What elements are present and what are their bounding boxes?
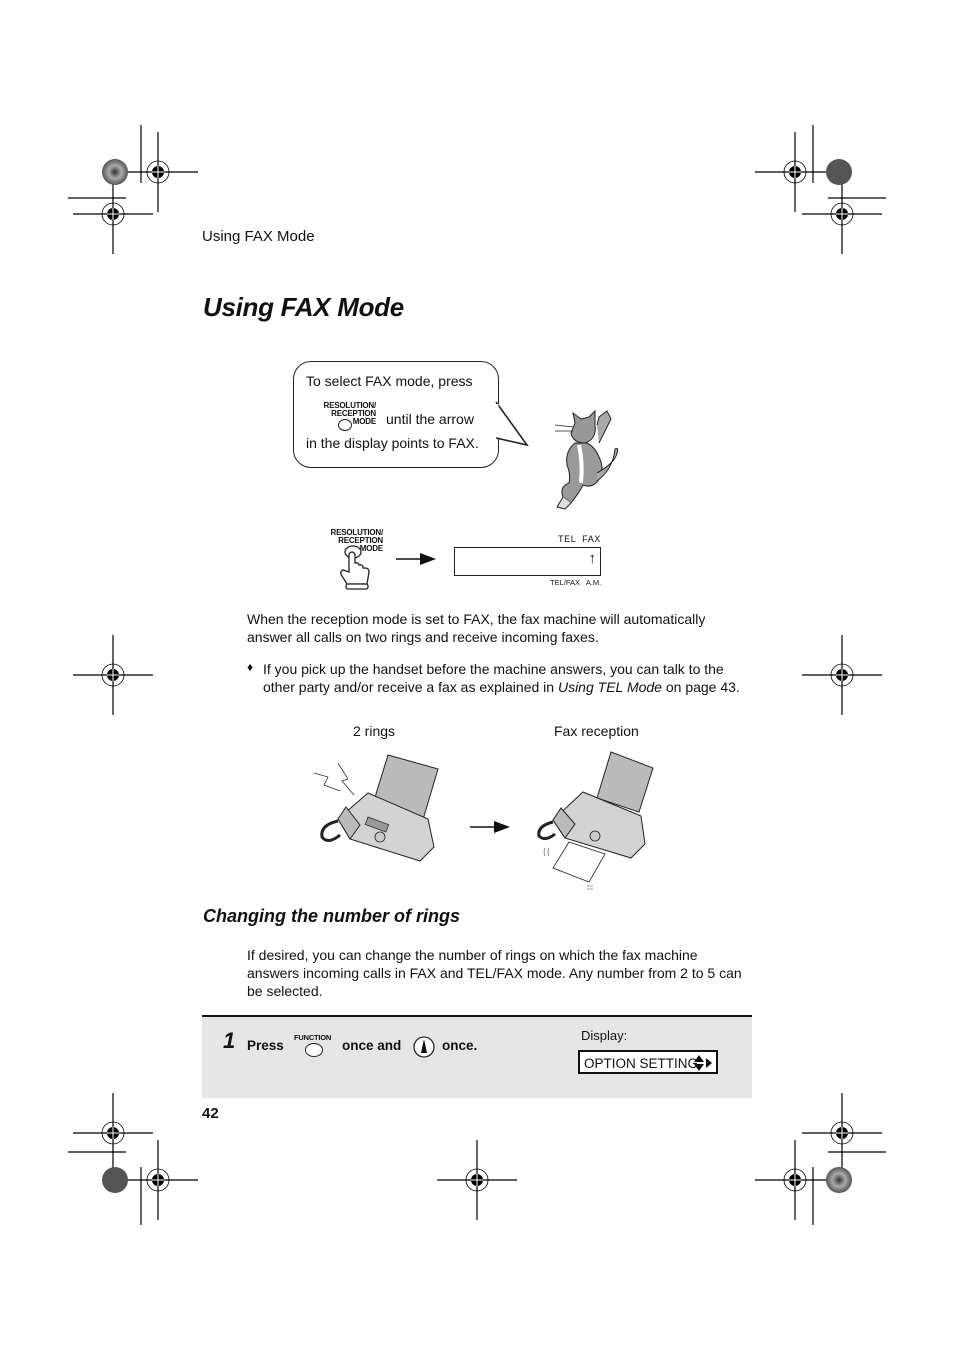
color-target-icon: [102, 159, 128, 185]
cat-mascot-icon: [554, 409, 619, 510]
function-button-label: FUNCTION: [294, 1033, 332, 1042]
caption-fax-reception: Fax reception: [554, 723, 639, 739]
arrow-right-icon: [396, 553, 436, 565]
registration-mark-icon: [801, 173, 883, 255]
up-arrow-key-icon: [413, 1036, 435, 1058]
page-number: 42: [202, 1105, 219, 1122]
registration-mark-icon: [117, 131, 199, 213]
color-target-icon: [102, 1167, 128, 1193]
page-title: Using FAX Mode: [203, 292, 404, 322]
callout-text-line2: until the arrow: [386, 411, 474, 427]
fax-machine-receiving-illustration: [537, 751, 654, 890]
bullet-text: If you pick up the handset before the ma…: [263, 661, 740, 695]
color-target-icon: [826, 1167, 852, 1193]
registration-mark-icon: [436, 1139, 518, 1221]
registration-mark-icon: [72, 1092, 154, 1174]
callout-text-line3: in the display points to FAX.: [306, 435, 479, 451]
registration-mark-icon: [801, 634, 883, 716]
arrow-right-icon: [470, 821, 510, 833]
registration-mark-icon: [754, 131, 836, 213]
lcd-display-readout: OPTION SETTING: [578, 1050, 718, 1074]
display-label: Display:: [581, 1028, 628, 1043]
registration-mark-icon: [754, 1139, 836, 1221]
resolution-button-icon: [338, 419, 352, 431]
step-press-label: Press: [247, 1038, 284, 1053]
mode-arrow-icon: ↑: [588, 550, 597, 567]
function-button-icon: [305, 1043, 323, 1057]
cross-reference: Using TEL Mode: [557, 679, 662, 695]
finger-press-icon: [340, 545, 370, 590]
registration-mark-icon: [72, 634, 154, 716]
callout-tail: [495, 401, 529, 447]
display-mode-labels-top: TEL FAX: [558, 534, 601, 544]
lcd-display: ↑: [454, 547, 601, 576]
fax-machine-ringing-illustration: [313, 754, 439, 862]
display-mode-labels-bottom: TEL/FAX A.M.: [550, 578, 602, 587]
registration-mark-icon: [801, 1092, 883, 1174]
step-number: 1: [223, 1028, 236, 1053]
display-text: OPTION SETTING: [584, 1056, 699, 1071]
step-once: once.: [442, 1038, 478, 1053]
bullet-icon: ♦: [247, 660, 254, 674]
registration-mark-icon: [117, 1139, 199, 1221]
callout-text-line1: To select FAX mode, press: [306, 373, 473, 389]
section-title: Changing the number of rings: [203, 906, 460, 926]
color-target-icon: [826, 159, 852, 185]
registration-mark-icon: [72, 173, 154, 255]
step-once-and: once and: [342, 1038, 402, 1053]
running-header: Using FAX Mode: [202, 228, 315, 245]
paragraph-fax-mode: When the reception mode is set to FAX, t…: [247, 611, 706, 645]
section-paragraph: If desired, you can change the number of…: [247, 947, 742, 999]
scroll-arrows-icon: [694, 1055, 712, 1071]
caption-2-rings: 2 rings: [353, 723, 396, 739]
